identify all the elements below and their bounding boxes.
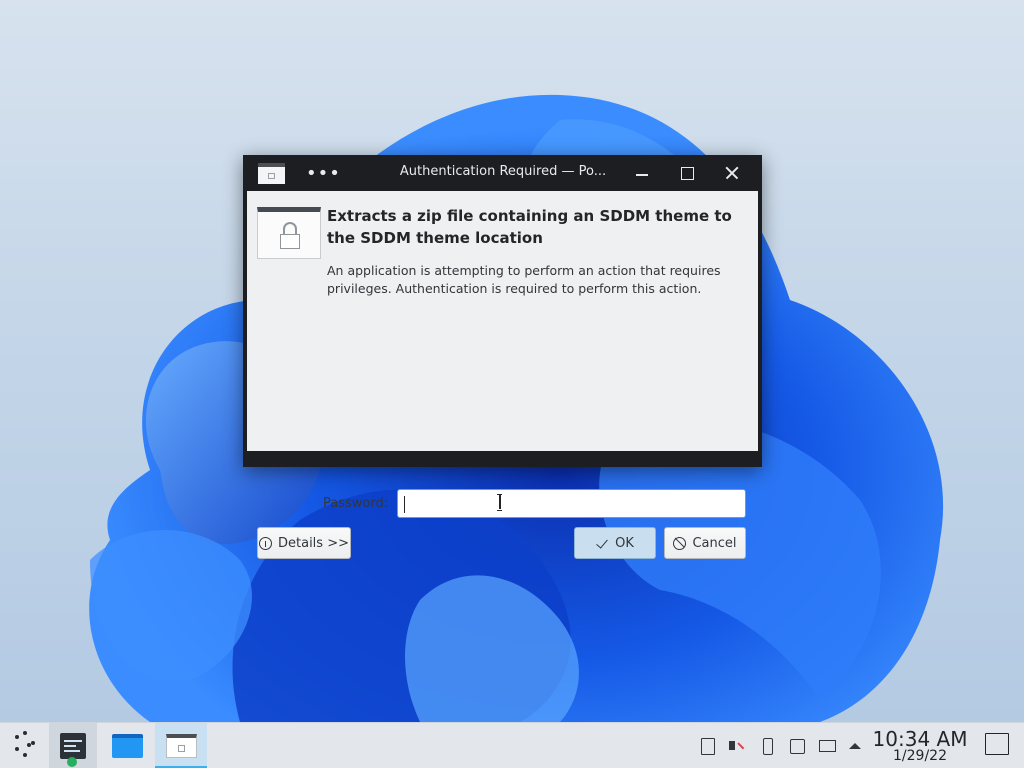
window-menu-icon[interactable]: ••• (306, 163, 341, 184)
clock-date[interactable]: 1/29/22 (872, 748, 968, 764)
ok-button[interactable]: OK (574, 527, 656, 559)
clipboard-icon[interactable] (698, 737, 716, 755)
auth-dialog: ••• Authentication Required — Po... Extr… (243, 155, 762, 559)
volume-muted-icon[interactable] (727, 737, 745, 755)
window-app-icon[interactable] (258, 163, 285, 184)
window-title: Authentication Required — Po... (399, 164, 607, 179)
password-input[interactable] (397, 489, 746, 518)
action-heading: Extracts a zip file containing an SDDM t… (327, 207, 732, 247)
lock-icon (257, 207, 321, 259)
taskbar (0, 722, 1024, 768)
cancel-button-label: Cancel (692, 535, 737, 551)
details-button[interactable]: Details >> (257, 527, 351, 559)
details-button-label: Details >> (278, 535, 349, 551)
taskbar-settings-task[interactable] (49, 723, 97, 768)
dialog-titlebar[interactable]: ••• Authentication Required — Po... (243, 155, 762, 190)
network-icon[interactable] (818, 737, 836, 755)
add-badge-icon (67, 757, 77, 767)
lock-window-icon (166, 734, 197, 758)
cancel-icon (673, 536, 687, 550)
close-button[interactable] (720, 161, 744, 185)
usb-icon[interactable] (758, 737, 776, 755)
dialog-content: Extracts a zip file containing an SDDM t… (247, 191, 758, 451)
ibeam-cursor-icon (497, 494, 502, 511)
minimize-button[interactable] (630, 161, 654, 185)
taskbar-auth-task[interactable] (155, 723, 207, 768)
password-label: Password: (323, 496, 389, 511)
action-description: An application is attempting to perform … (327, 263, 721, 296)
input-method-icon[interactable] (788, 737, 806, 755)
folder-icon (112, 734, 143, 758)
show-desktop-button[interactable] (985, 733, 1009, 755)
app-launcher-icon[interactable] (6, 723, 40, 768)
expand-tray-icon[interactable] (846, 737, 864, 755)
taskbar-files-task[interactable] (103, 723, 151, 768)
maximize-button[interactable] (675, 161, 699, 185)
info-icon (259, 536, 272, 550)
ok-button-label: OK (615, 535, 634, 551)
text-caret (404, 496, 405, 513)
checkmark-icon (596, 537, 609, 550)
settings-icon (60, 733, 86, 759)
cancel-button[interactable]: Cancel (664, 527, 746, 559)
